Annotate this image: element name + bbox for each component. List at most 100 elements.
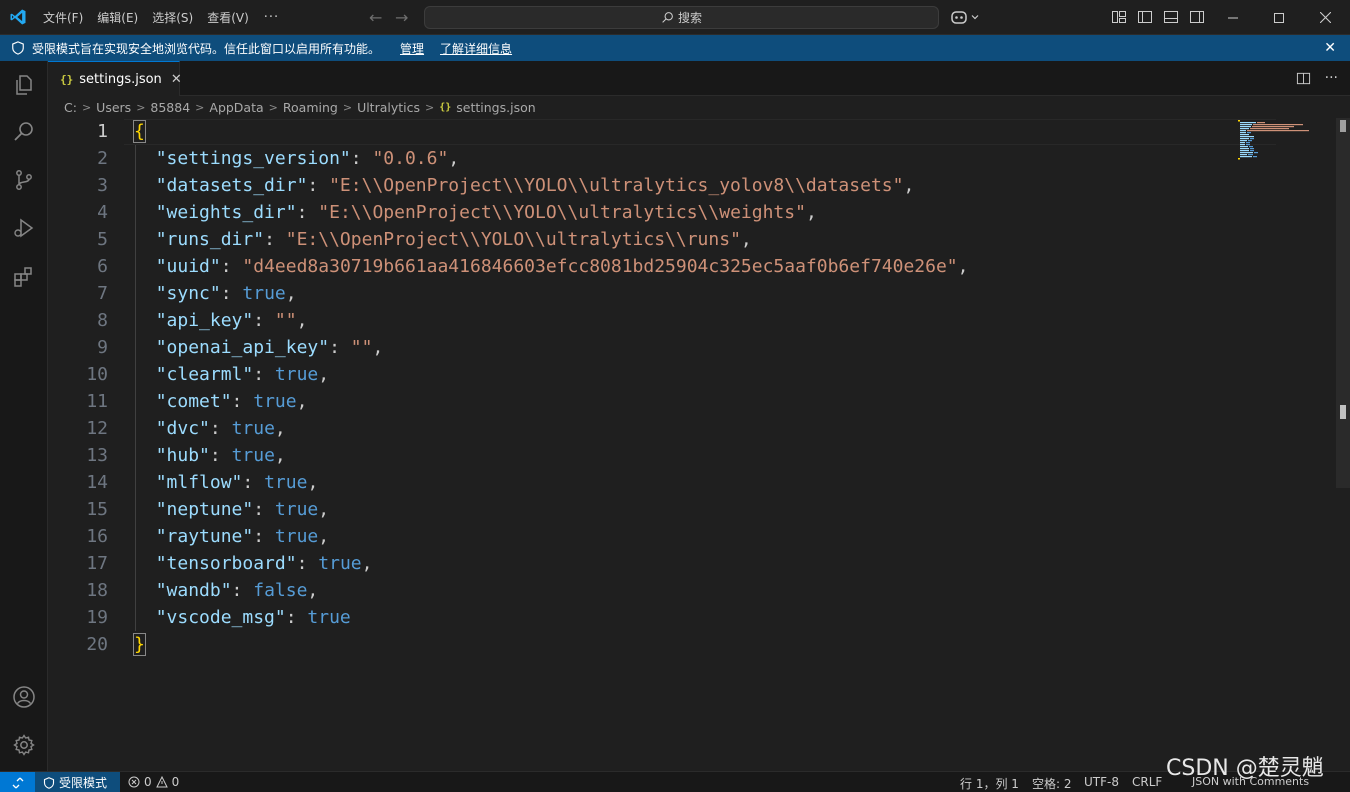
arrow-left-icon[interactable]: ← (369, 8, 382, 27)
menu-edit[interactable]: 编辑(E) (90, 7, 145, 29)
arrow-right-icon[interactable]: → (395, 8, 408, 27)
json-boolean: true (264, 472, 308, 493)
encoding[interactable]: UTF-8 (1084, 775, 1119, 789)
toggle-secondary-sidebar-icon[interactable] (1189, 9, 1205, 25)
json-brace: } (133, 633, 146, 656)
punctuation: : (296, 202, 319, 223)
extensions-icon[interactable] (12, 265, 36, 289)
toggle-primary-sidebar-icon[interactable] (1137, 9, 1153, 25)
json-key: "sync" (155, 283, 221, 304)
search-icon[interactable] (12, 120, 36, 144)
split-editor-icon[interactable] (1296, 71, 1311, 86)
minimize-button[interactable] (1210, 0, 1256, 35)
json-key: "raytune" (155, 526, 254, 547)
code-line[interactable]: "runs_dir": "E:\\OpenProject\\YOLO\\ultr… (134, 226, 752, 253)
code-line[interactable]: "sync": true, (134, 280, 297, 307)
punctuation: , (372, 337, 384, 358)
menu-file[interactable]: 文件(F) (36, 7, 90, 29)
command-center-search[interactable]: 搜索 (424, 6, 939, 29)
code-line[interactable]: "settings_version": "0.0.6", (134, 145, 459, 172)
scrollbar-cursor-marker (1340, 120, 1346, 132)
json-brace: { (133, 120, 146, 143)
code-line[interactable]: } (133, 631, 146, 658)
breadcrumb-file[interactable]: settings.json (456, 100, 535, 115)
code-line[interactable]: "hub": true, (134, 442, 286, 469)
code-line[interactable]: "mlflow": true, (134, 469, 319, 496)
code-line[interactable]: "api_key": "", (134, 307, 308, 334)
tab-close-icon[interactable]: ✕ (171, 72, 182, 87)
status-bar: 受限模式 0 0 行 1，列 1 空格: 2 UTF-8 CRLF JSON w… (0, 771, 1350, 792)
accounts-icon[interactable] (12, 685, 36, 709)
source-control-icon[interactable] (12, 168, 36, 192)
code-line[interactable]: "tensorboard": true, (134, 550, 373, 577)
code-line[interactable]: { (133, 118, 146, 145)
json-string: "" (274, 310, 297, 331)
menu-more-button[interactable]: ··· (256, 10, 287, 25)
punctuation (134, 364, 156, 385)
explorer-icon[interactable] (12, 73, 36, 97)
customize-layout-icon[interactable] (1111, 9, 1127, 25)
breadcrumb-item[interactable]: Users (96, 100, 131, 115)
json-boolean: true (242, 283, 286, 304)
editor-tabs: {} settings.json ✕ ··· (48, 61, 1350, 96)
activity-bar (0, 61, 48, 771)
code-line[interactable]: "comet": true, (134, 388, 308, 415)
minimap[interactable] (1236, 118, 1324, 168)
code-line[interactable]: "datasets_dir": "E:\\OpenProject\\YOLO\\… (134, 172, 915, 199)
punctuation: , (318, 499, 330, 520)
punctuation: : (285, 607, 308, 628)
banner-learn-more-link[interactable]: 了解详细信息 (440, 40, 512, 57)
punctuation: , (740, 229, 752, 250)
banner-close-icon[interactable]: ✕ (1324, 40, 1336, 56)
code-line[interactable]: "uuid": "d4eed8a30719b661aa416846603efcc… (134, 253, 969, 280)
gear-icon[interactable] (12, 733, 36, 757)
problems-indicator[interactable]: 0 0 (128, 775, 179, 789)
toggle-panel-icon[interactable] (1163, 9, 1179, 25)
line-number: 13 (86, 445, 108, 466)
punctuation (134, 526, 156, 547)
chevron-right-icon: > (136, 100, 146, 114)
json-key: "clearml" (155, 364, 254, 385)
json-boolean: true (318, 553, 362, 574)
code-line[interactable]: "clearml": true, (134, 361, 329, 388)
code-line[interactable]: "neptune": true, (134, 496, 329, 523)
punctuation: , (448, 148, 460, 169)
code-line[interactable]: "weights_dir": "E:\\OpenProject\\YOLO\\u… (134, 199, 817, 226)
code-line[interactable]: "dvc": true, (134, 415, 286, 442)
json-boolean: true (274, 364, 319, 385)
more-actions-icon[interactable]: ··· (1325, 70, 1338, 86)
banner-manage-link[interactable]: 管理 (400, 40, 424, 57)
code-line[interactable]: "openai_api_key": "", (134, 334, 384, 361)
restricted-mode-status[interactable]: 受限模式 (35, 772, 120, 792)
punctuation (134, 175, 156, 196)
breadcrumb-item[interactable]: 85884 (150, 100, 190, 115)
close-icon (1319, 12, 1331, 23)
code-line[interactable]: "wandb": false, (134, 577, 319, 604)
line-number: 18 (86, 580, 108, 601)
breadcrumb-item[interactable]: C: (64, 100, 77, 115)
json-key: "datasets_dir" (155, 175, 308, 196)
breadcrumb-item[interactable]: AppData (209, 100, 263, 115)
copilot-button[interactable] (950, 8, 984, 26)
punctuation: : (209, 445, 232, 466)
editor-actions: ··· (1296, 70, 1338, 86)
vertical-scrollbar[interactable] (1336, 118, 1350, 488)
breadcrumb-item[interactable]: Ultralytics (357, 100, 420, 115)
tab-settings-json[interactable]: {} settings.json ✕ (48, 61, 182, 96)
json-file-icon: {} (60, 72, 74, 86)
breadcrumb-item[interactable]: Roaming (283, 100, 338, 115)
indentation[interactable]: 空格: 2 (1032, 775, 1072, 792)
scrollbar-thumb[interactable] (1340, 405, 1346, 419)
run-and-debug-icon[interactable] (12, 216, 36, 240)
punctuation: , (318, 364, 330, 385)
remote-indicator[interactable] (0, 772, 35, 792)
maximize-button[interactable] (1256, 0, 1302, 35)
code-editor[interactable]: 1 2 3 4 5 6 7 8 9 10 11 12 13 14 15 16 17 18 19 20 { "setti… (48, 118, 1350, 771)
code-line[interactable]: "raytune": true, (134, 523, 329, 550)
close-window-button[interactable] (1302, 0, 1348, 35)
end-of-line[interactable]: CRLF (1132, 775, 1162, 789)
cursor-position[interactable]: 行 1，列 1 (960, 775, 1019, 792)
menu-selection[interactable]: 选择(S) (145, 7, 200, 29)
code-line[interactable]: "vscode_msg": true (134, 604, 351, 631)
menu-view[interactable]: 查看(V) (200, 7, 256, 29)
